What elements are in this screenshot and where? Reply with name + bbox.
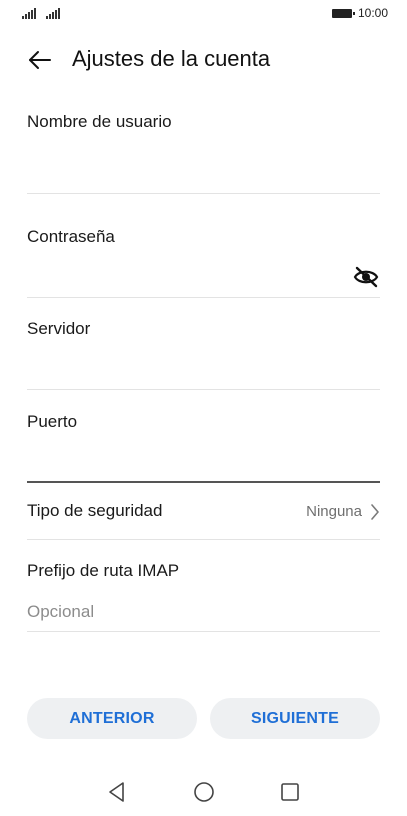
divider: [27, 193, 380, 194]
server-label: Servidor: [27, 319, 91, 338]
system-nav-bar: [0, 772, 407, 812]
status-time: 10:00: [358, 6, 389, 20]
battery-icon: [332, 9, 355, 18]
port-input[interactable]: [27, 450, 347, 476]
app-header: Ajustes de la cuenta: [0, 38, 407, 82]
password-field: Contraseña: [27, 227, 380, 291]
server-field: Servidor: [27, 319, 380, 383]
signal-icon: [22, 8, 36, 19]
divider: [27, 539, 380, 540]
page-title: Ajustes de la cuenta: [72, 46, 271, 71]
next-button[interactable]: SIGUIENTE: [210, 698, 380, 739]
divider: [27, 631, 380, 632]
port-input-underline: [27, 481, 380, 483]
nav-recent-apps-icon[interactable]: [279, 781, 301, 803]
port-label: Puerto: [27, 412, 78, 431]
arrow-left-icon[interactable]: [26, 48, 54, 72]
divider: [27, 389, 380, 390]
imap-prefix-label: Prefijo de ruta IMAP: [27, 561, 180, 580]
security-type-value: Ninguna: [306, 503, 362, 520]
security-type-label: Tipo de seguridad: [27, 501, 163, 520]
server-input[interactable]: [27, 357, 347, 383]
password-input[interactable]: [27, 265, 347, 291]
chevron-right-icon: [371, 504, 379, 520]
security-type-row[interactable]: Tipo de seguridad Ninguna: [27, 496, 380, 528]
imap-prefix-field: Prefijo de ruta IMAP: [27, 561, 380, 625]
password-label: Contraseña: [27, 227, 115, 246]
port-field: Puerto: [27, 412, 380, 476]
nav-back-icon[interactable]: [106, 780, 128, 804]
username-field: Nombre de usuario: [27, 112, 380, 184]
signal-icon: [46, 8, 60, 19]
status-bar: 10:00: [0, 0, 407, 28]
username-label: Nombre de usuario: [27, 112, 172, 131]
imap-prefix-input[interactable]: [27, 599, 347, 625]
username-input[interactable]: [27, 158, 347, 184]
divider: [27, 297, 380, 298]
eye-off-icon[interactable]: [352, 265, 380, 289]
nav-home-icon[interactable]: [192, 780, 216, 804]
previous-button[interactable]: ANTERIOR: [27, 698, 197, 739]
